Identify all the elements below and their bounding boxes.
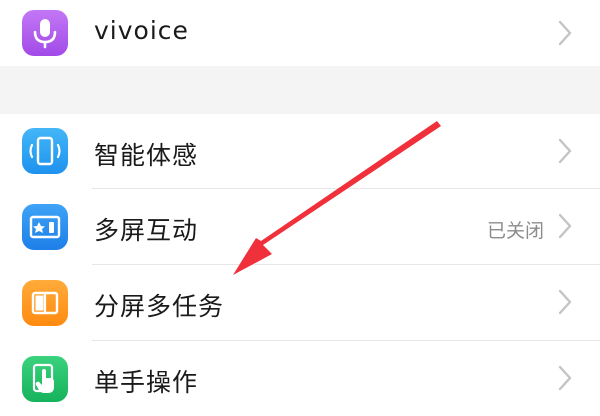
chevron-right-icon xyxy=(558,365,572,391)
chevron-right-icon xyxy=(558,213,572,239)
settings-item-multi-screen[interactable]: 多屏互动 已关闭 xyxy=(0,189,600,264)
section-gap xyxy=(0,66,600,114)
settings-item-label: vivoice xyxy=(94,16,189,45)
settings-screen: vivoice 智能体感 多屏互动 已关闭 分屏多任务 单手操作 xyxy=(0,0,600,416)
chevron-right-icon xyxy=(558,138,572,164)
split-screen-icon xyxy=(22,280,68,326)
microphone-icon xyxy=(22,10,68,56)
chevron-right-icon xyxy=(558,289,572,315)
status-text: 已关闭 xyxy=(486,220,544,242)
settings-item-split-screen[interactable]: 分屏多任务 xyxy=(0,265,600,340)
settings-item-smart-motion[interactable]: 智能体感 xyxy=(0,114,600,188)
settings-item-vivoice[interactable]: vivoice xyxy=(0,0,600,66)
settings-item-label: 单手操作 xyxy=(94,368,199,397)
settings-item-label: 多屏互动 xyxy=(94,216,199,245)
chevron-right-icon xyxy=(558,20,572,46)
settings-item-one-hand[interactable]: 单手操作 xyxy=(0,341,600,416)
multi-screen-icon xyxy=(22,204,68,250)
settings-item-label: 分屏多任务 xyxy=(94,292,225,321)
settings-item-label: 智能体感 xyxy=(94,141,199,170)
motion-sense-icon xyxy=(22,128,68,174)
one-hand-icon xyxy=(22,356,68,402)
